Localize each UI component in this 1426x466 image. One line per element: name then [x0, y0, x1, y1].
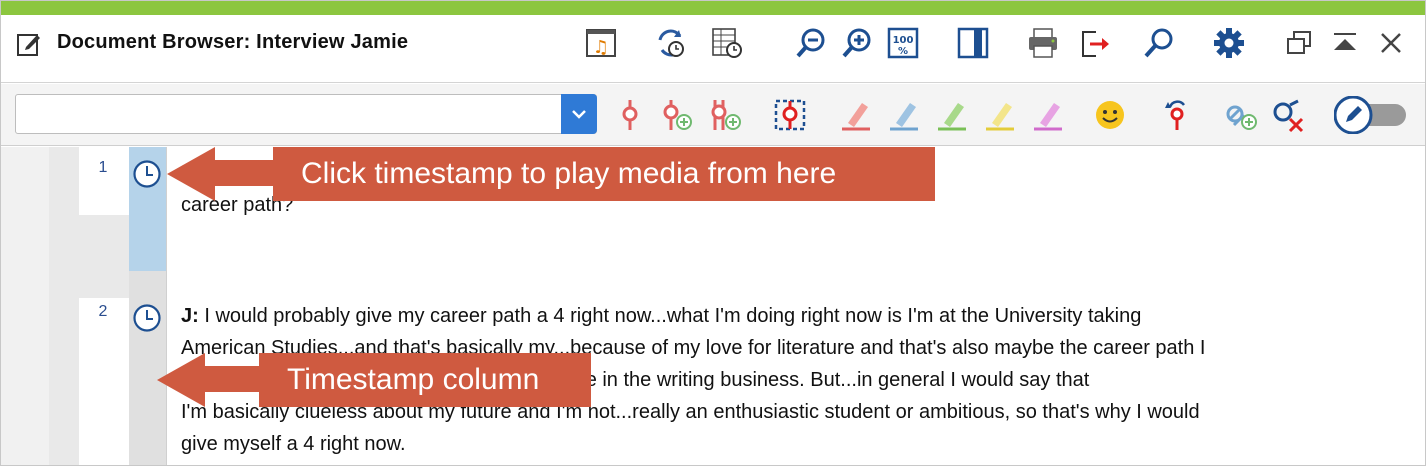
callout-arrow-head — [167, 147, 215, 201]
callout-timestamp-play: Click timestamp to play media from here — [273, 147, 935, 201]
paragraph-2-line-1-text: I would probably give my career path a 4… — [198, 305, 1142, 327]
gutter-paragraph-1 — [79, 147, 129, 215]
paragraph-2-line-1: J: I would probably give my career path … — [181, 300, 1401, 332]
export-icon[interactable] — [1077, 25, 1113, 61]
collapse-icon[interactable] — [1327, 25, 1363, 61]
code-icon[interactable] — [611, 96, 649, 134]
link-remove-icon[interactable] — [1269, 96, 1307, 134]
window-title: Document Browser: Interview Jamie — [57, 31, 409, 53]
highlighter-red-icon[interactable] — [837, 96, 875, 134]
paragraph-2-line-5: give myself a 4 right now. — [181, 433, 406, 455]
emoticon-icon[interactable] — [1091, 96, 1129, 134]
settings-icon[interactable] — [1211, 25, 1247, 61]
highlighter-green-icon[interactable] — [933, 96, 971, 134]
search-icon[interactable] — [1141, 25, 1177, 61]
timestamp-clock-icon[interactable] — [132, 159, 162, 189]
callout-timestamp-column: Timestamp column — [259, 353, 591, 407]
paragraph-number: 2 — [98, 303, 108, 320]
svg-text:♫: ♫ — [593, 37, 609, 58]
timestamp-clock-icon[interactable] — [132, 303, 162, 333]
code-add-icon[interactable] — [657, 96, 695, 134]
timestamp-table-icon[interactable] — [709, 25, 745, 61]
code-toolbar — [1, 84, 1425, 146]
paragraph-number: 1 — [98, 159, 108, 176]
zoom-out-icon[interactable] — [793, 25, 829, 61]
panel-toggle-icon[interactable] — [955, 25, 991, 61]
accent-bar — [1, 1, 1425, 15]
highlighter-purple-icon[interactable] — [1029, 96, 1067, 134]
callout-arrow-stem — [213, 160, 275, 186]
media-file-icon[interactable]: ♫ — [583, 25, 619, 61]
code-select-icon[interactable] — [771, 96, 809, 134]
document-browser-window: Document Browser: Interview Jamie ♫ 100% — [0, 0, 1426, 466]
print-icon[interactable] — [1025, 25, 1061, 61]
zoom-100-icon[interactable]: 100% — [885, 25, 921, 61]
title-bar: Document Browser: Interview Jamie ♫ 100% — [1, 15, 1425, 83]
edit-document-icon — [17, 34, 40, 56]
svg-text:%: % — [898, 46, 908, 57]
restore-window-icon[interactable] — [1281, 25, 1317, 61]
highlighter-blue-icon[interactable] — [885, 96, 923, 134]
svg-text:100: 100 — [893, 35, 914, 46]
edit-mode-toggle[interactable] — [1334, 96, 1408, 134]
speaker-label: J: — [181, 305, 199, 327]
gutter-paragraph-2 — [79, 298, 129, 465]
undo-code-icon[interactable] — [1157, 96, 1195, 134]
code-add-multiple-icon[interactable] — [705, 96, 743, 134]
zoom-in-icon[interactable] — [839, 25, 875, 61]
code-combo-box[interactable] — [15, 94, 597, 134]
sync-timestamp-icon[interactable] — [653, 25, 689, 61]
margin-strip — [1, 147, 49, 465]
link-add-icon[interactable] — [1223, 96, 1261, 134]
document-area: 1 I: So, so ... on a scale of 1-10 how s… — [1, 147, 1425, 465]
chevron-down-icon[interactable] — [561, 94, 597, 134]
close-icon[interactable] — [1373, 25, 1409, 61]
callout-arrow-head — [157, 353, 205, 407]
callout-arrow-stem — [203, 366, 263, 392]
highlighter-yellow-icon[interactable] — [981, 96, 1019, 134]
